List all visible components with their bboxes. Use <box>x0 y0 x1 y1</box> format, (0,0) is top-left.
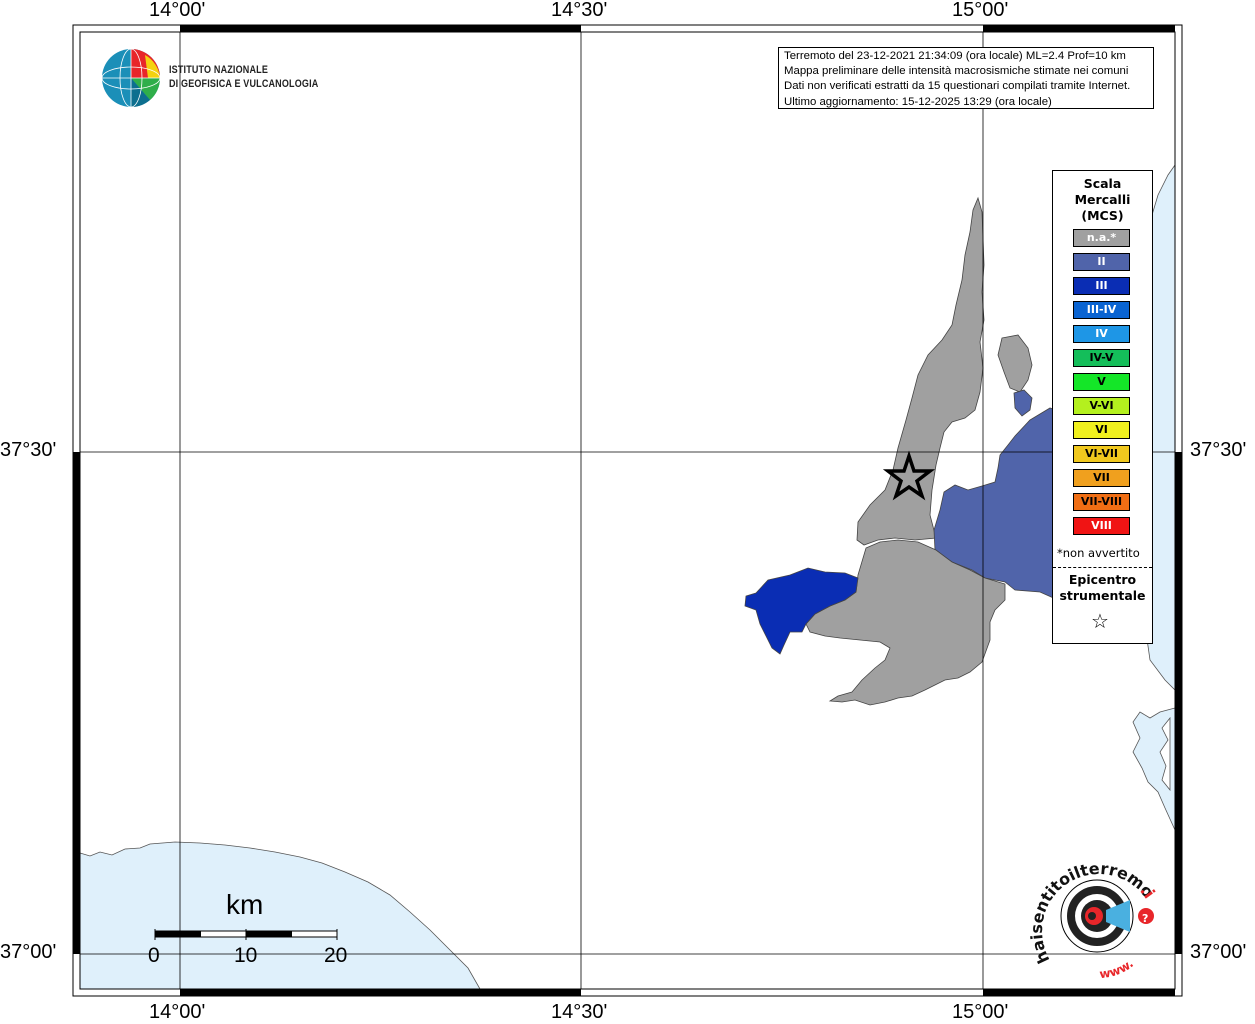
svg-text:www.: www. <box>1099 956 1136 981</box>
scale-unit: km <box>226 889 264 920</box>
legend-star-icon: ☆ <box>1091 609 1109 633</box>
legend-item: III-IV <box>1073 301 1130 319</box>
event-info-line4: Ultimo aggiornamento: 15-12-2025 13:29 (… <box>784 95 1052 108</box>
lon-label-bottom-1400: 14°00' <box>149 1001 206 1023</box>
legend-item: II <box>1073 253 1130 271</box>
legend-item: VII <box>1073 469 1130 487</box>
event-info-line3: Dati non verificati estratti da 15 quest… <box>784 80 1131 93</box>
lat-label-left-3700: 37°00' <box>0 941 57 963</box>
mcs-legend: Scala Mercalli (MCS) n.a.* II III III-IV IV I… <box>1052 170 1153 644</box>
lon-label-top-1430: 14°30' <box>551 0 608 21</box>
legend-title-line2: Mercalli <box>1074 192 1131 207</box>
ingv-logo-line2: DI GEOFISICA E VULCANOLOGIA <box>169 77 319 90</box>
lon-label-bottom-1430: 14°30' <box>551 1001 608 1023</box>
legend-item: V <box>1073 373 1130 391</box>
legend-item: IV <box>1073 325 1130 343</box>
lon-label-bottom-1500: 15°00' <box>952 1001 1009 1023</box>
legend-item: n.a.* <box>1073 229 1130 247</box>
legend-title: Scala Mercalli (MCS) <box>1053 176 1152 224</box>
haisentito-main-text: haisentitoilterremoto <box>1030 850 1158 967</box>
legend-item: VII-VIII <box>1073 493 1130 511</box>
scale-tick-20: 20 <box>324 944 348 967</box>
legend-note: *non avvertito <box>1057 546 1140 560</box>
haisentito-question-mark: ? <box>1142 912 1148 925</box>
lat-label-right-3730: 37°30' <box>1190 439 1247 461</box>
event-info-box: Terremoto del 23-12-2021 21:34:09 (ora l… <box>778 47 1154 109</box>
lat-label-right-3700: 37°00' <box>1190 941 1247 963</box>
lon-label-top-1500: 15°00' <box>952 0 1009 21</box>
legend-item: VI <box>1073 421 1130 439</box>
haisentito-logo-text: haisentitoilterremoto .it www. ? <box>1030 850 1159 981</box>
ingv-logo-text: ISTITUTO NAZIONALE DI GEOFISICA E VULCAN… <box>169 64 318 91</box>
legend-item: V-VI <box>1073 397 1130 415</box>
legend-item: VI-VII <box>1073 445 1130 463</box>
ingv-logo-icon <box>101 48 161 108</box>
ingv-logo-line1: ISTITUTO NAZIONALE <box>169 64 269 76</box>
event-info-line1: Terremoto del 23-12-2021 21:34:09 (ora l… <box>784 50 1126 62</box>
lat-label-left-3730: 37°30' <box>0 439 57 461</box>
haisentito-www-text: www. <box>1099 956 1136 981</box>
legend-epicenter-line2: strumentale <box>1059 588 1146 603</box>
legend-item: VIII <box>1073 517 1130 535</box>
legend-separator <box>1053 567 1152 568</box>
legend-item: IV-V <box>1073 349 1130 367</box>
legend-title-line1: Scala <box>1083 176 1122 191</box>
scale-tick-0: 0 <box>148 944 160 967</box>
scale-tick-10: 10 <box>234 944 258 967</box>
legend-epicenter-line1: Epicentro <box>1068 572 1137 587</box>
lon-label-top-1400: 14°00' <box>149 0 206 21</box>
svg-text:haisentitoilterremoto: haisentitoilterremoto <box>1030 850 1158 967</box>
legend-items: n.a.* II III III-IV IV IV-V V V-VI VI VI-VII VII VI… <box>1073 229 1130 541</box>
legend-title-line3: (MCS) <box>1081 208 1124 223</box>
event-info-line2: Mappa preliminare delle intensità macros… <box>784 65 1129 78</box>
legend-item: III <box>1073 277 1130 295</box>
legend-epicenter-label: Epicentro strumentale <box>1053 572 1152 604</box>
